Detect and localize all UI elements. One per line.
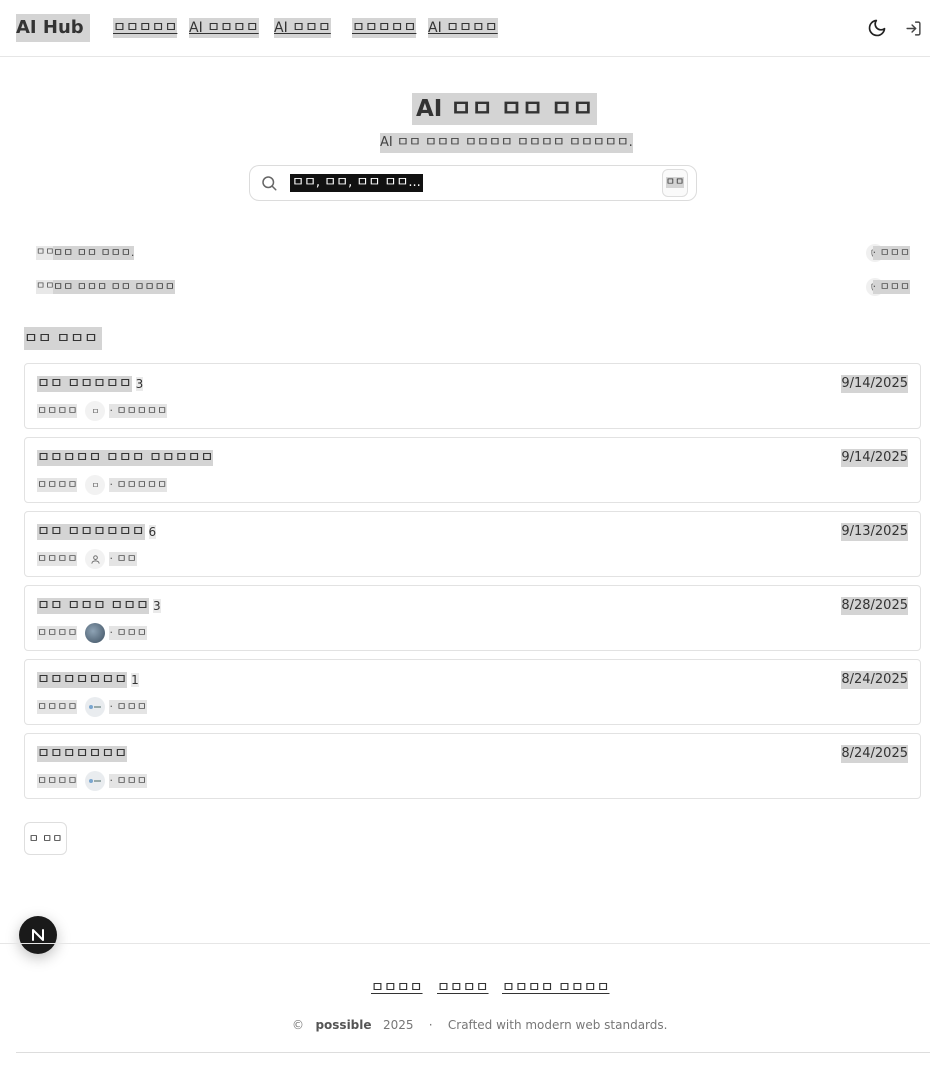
nav-item-4[interactable]: ㅁㅁㅁㅁㅁ (352, 18, 417, 38)
post-date: 8/24/2025 (841, 745, 908, 763)
notice-row[interactable]: ㅁㅁ ㅁㅁ ㅁㅁ ㅁㅁㅁ. · ㅁㅁㅁ (24, 241, 914, 265)
search-input[interactable]: ㅁㅁ, ㅁㅁ, ㅁㅁ ㅁㅁ... (290, 174, 423, 192)
brand-name: possible (315, 1018, 372, 1032)
notice-row[interactable]: ㅁㅁ ㅁㅁ ㅁㅁㅁ ㅁㅁ ㅁㅁㅁㅁ · ㅁㅁㅁ (24, 275, 914, 299)
comment-count: 1 (131, 673, 139, 687)
post-category: ㅁㅁㅁㅁ (37, 552, 78, 566)
post-card[interactable]: ㅁㅁㅁㅁㅁㅁㅁ 1 8/24/2025 ㅁㅁㅁㅁ · ㅁㅁㅁ (24, 659, 921, 725)
post-category: ㅁㅁㅁㅁ (37, 626, 78, 640)
post-card[interactable]: ㅁㅁㅁㅁㅁㅁㅁ 8/24/2025 ㅁㅁㅁㅁ · ㅁㅁㅁ (24, 733, 921, 799)
post-category: ㅁㅁㅁㅁ (37, 774, 78, 788)
notice-tag: ㅁㅁ (36, 280, 55, 294)
nav-item-5[interactable]: AI ㅁㅁㅁㅁ (428, 18, 498, 38)
nav-item-3[interactable]: AI ㅁㅁㅁ (274, 18, 331, 38)
page-title: AI ㅁㅁ ㅁㅁ ㅁㅁ (412, 93, 598, 125)
nav-item-1[interactable]: ㅁㅁㅁㅁㅁ (113, 18, 178, 38)
login-icon[interactable] (902, 17, 924, 39)
post-author: · ㅁㅁㅁ (109, 700, 147, 714)
notice-text[interactable]: ㅁㅁ ㅁㅁㅁ ㅁㅁ ㅁㅁㅁㅁ (53, 280, 175, 294)
post-author: · ㅁㅁ (109, 552, 137, 566)
post-title[interactable]: ㅁㅁ ㅁㅁㅁ ㅁㅁㅁ (37, 598, 149, 614)
post-date: 9/14/2025 (841, 449, 908, 467)
post-date: 8/28/2025 (841, 597, 908, 615)
footer: ㅁㅁㅁㅁ ㅁㅁㅁㅁ ㅁㅁㅁㅁ ㅁㅁㅁㅁ © possible 2025 · Cr… (0, 943, 930, 1085)
post-author: · ㅁㅁㅁ (109, 774, 147, 788)
tagline: Crafted with modern web standards. (447, 1018, 668, 1032)
copyright: © possible 2025 · Crafted with modern we… (292, 1016, 667, 1034)
avatar-initial: ㅁ (91, 480, 100, 490)
separator: · (428, 1018, 433, 1032)
avatar: ㅁ (85, 475, 106, 495)
post-category: ㅁㅁㅁㅁ (37, 700, 78, 714)
avatar: ㅁ (85, 401, 106, 421)
post-title[interactable]: ㅁㅁㅁㅁㅁㅁㅁ (37, 746, 128, 762)
footer-divider (16, 1052, 930, 1053)
footer-link-1[interactable]: ㅁㅁㅁㅁ (371, 978, 423, 998)
post-title[interactable]: ㅁㅁ ㅁㅁㅁㅁㅁㅁ (37, 524, 145, 540)
post-date: 9/14/2025 (841, 375, 908, 393)
notice-author: · ㅁㅁㅁ (872, 280, 910, 294)
post-date: 9/13/2025 (841, 523, 908, 541)
site-logo[interactable]: AI Hub (16, 14, 90, 42)
footer-link-3[interactable]: ㅁㅁㅁㅁ ㅁㅁㅁㅁ (502, 978, 610, 998)
moon-icon[interactable] (866, 17, 888, 39)
top-navigation-bar: AI Hub ㅁㅁㅁㅁㅁ AI ㅁㅁㅁㅁ AI ㅁㅁㅁ ㅁㅁㅁㅁㅁ AI ㅁㅁㅁ… (0, 0, 930, 57)
search-bar[interactable]: ㅁㅁ, ㅁㅁ, ㅁㅁ ㅁㅁ... ㅁㅁ (249, 165, 697, 201)
page-subtitle: AI ㅁㅁ ㅁㅁㅁ ㅁㅁㅁㅁ ㅁㅁㅁㅁ ㅁㅁㅁㅁㅁ. (380, 133, 633, 153)
write-post-button[interactable]: ㅁ ㅁㅁ (24, 822, 67, 855)
post-title[interactable]: ㅁㅁㅁㅁㅁㅁㅁ (37, 672, 128, 688)
search-shortcut-button[interactable]: ㅁㅁ (662, 169, 688, 197)
avatar (85, 623, 106, 643)
post-card[interactable]: ㅁㅁ ㅁㅁㅁㅁㅁㅁ 6 9/13/2025 ㅁㅁㅁㅁ · ㅁㅁ (24, 511, 921, 577)
post-title[interactable]: ㅁㅁ ㅁㅁㅁㅁㅁ (37, 376, 132, 392)
post-card[interactable]: ㅁㅁ ㅁㅁㅁㅁㅁ 3 9/14/2025 ㅁㅁㅁㅁ ㅁ · ㅁㅁㅁㅁㅁ (24, 363, 921, 429)
section-title: ㅁㅁ ㅁㅁㅁ (24, 327, 102, 350)
comment-count: 6 (148, 525, 157, 539)
avatar-initial: ㅁ (91, 406, 100, 416)
copyright-symbol: © (292, 1018, 304, 1032)
comment-count: 3 (152, 599, 161, 613)
post-title[interactable]: ㅁㅁㅁㅁㅁ ㅁㅁㅁ ㅁㅁㅁㅁㅁ (37, 450, 214, 466)
user-icon (85, 549, 106, 569)
notice-text[interactable]: ㅁㅁ ㅁㅁ ㅁㅁㅁ. (53, 246, 135, 260)
avatar (85, 697, 106, 717)
post-card[interactable]: ㅁㅁㅁㅁㅁ ㅁㅁㅁ ㅁㅁㅁㅁㅁ 9/14/2025 ㅁㅁㅁㅁ ㅁ · ㅁㅁㅁㅁㅁ (24, 437, 921, 503)
search-shortcut-label: ㅁㅁ (665, 177, 685, 188)
footer-link-2[interactable]: ㅁㅁㅁㅁ (437, 978, 489, 998)
post-card[interactable]: ㅁㅁ ㅁㅁㅁ ㅁㅁㅁ 3 8/28/2025 ㅁㅁㅁㅁ · ㅁㅁㅁ (24, 585, 921, 651)
post-category: ㅁㅁㅁㅁ (37, 478, 78, 492)
n-logo-icon (32, 929, 44, 941)
post-category: ㅁㅁㅁㅁ (37, 404, 78, 418)
copyright-year: 2025 (382, 1018, 414, 1032)
search-icon (260, 174, 278, 192)
post-date: 8/24/2025 (841, 671, 908, 689)
post-author: · ㅁㅁㅁㅁㅁ (109, 478, 168, 492)
post-author: · ㅁㅁㅁㅁㅁ (109, 404, 168, 418)
avatar (85, 771, 106, 791)
post-author: · ㅁㅁㅁ (109, 626, 147, 640)
comment-count: 3 (135, 377, 144, 391)
notice-author: · ㅁㅁㅁ (872, 246, 910, 260)
notice-tag: ㅁㅁ (36, 246, 55, 260)
nav-item-2[interactable]: AI ㅁㅁㅁㅁ (189, 18, 259, 38)
